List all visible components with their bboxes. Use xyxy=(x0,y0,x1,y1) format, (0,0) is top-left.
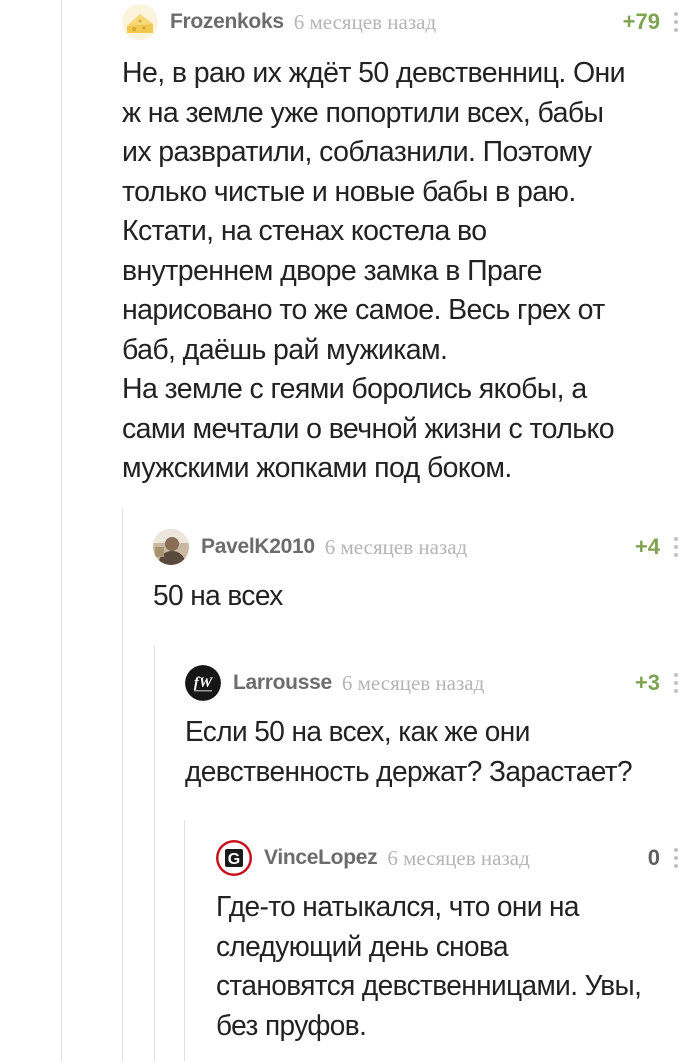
thread-line-level-1 xyxy=(61,0,62,1061)
author-name[interactable]: VinceLopez xyxy=(264,846,378,870)
avatar[interactable]: G xyxy=(216,840,252,876)
comment-text: 50 на всех xyxy=(153,580,283,612)
author-name[interactable]: PavelK2010 xyxy=(201,535,315,559)
comment-text: Не, в раю их ждёт 50 девственниц. Они ж … xyxy=(122,57,626,484)
thread-line-level-4 xyxy=(184,820,185,1061)
comment: Frozenkoks 6 месяцев назад +79 Не, в раю… xyxy=(122,2,700,489)
more-options-icon[interactable] xyxy=(674,12,678,32)
user-photo-avatar-icon xyxy=(153,529,189,565)
more-options-icon[interactable] xyxy=(674,848,678,868)
thread-line-level-2 xyxy=(122,508,123,1061)
thread-line-level-3 xyxy=(154,645,155,1061)
comment-time[interactable]: 6 месяцев назад xyxy=(387,846,529,871)
svg-text:fW: fW xyxy=(194,675,214,691)
author-name[interactable]: Frozenkoks xyxy=(170,10,284,34)
comment-text: Если 50 на всех, как же они девственност… xyxy=(185,716,633,788)
comment: G VinceLopez 6 месяцев назад 0 Где-то на… xyxy=(216,838,700,1046)
rating-value[interactable]: +79 xyxy=(623,9,660,35)
rating-value[interactable]: 0 xyxy=(648,845,660,871)
avatar[interactable] xyxy=(153,529,189,565)
comment-header: Frozenkoks 6 месяцев назад +79 xyxy=(122,2,700,42)
comment: fW Larrousse 6 месяцев назад +3 Если 50 … xyxy=(185,663,700,792)
rating-value[interactable]: +4 xyxy=(635,534,660,560)
comment-time[interactable]: 6 месяцев назад xyxy=(342,671,484,696)
comment-header: G VinceLopez 6 месяцев назад 0 xyxy=(216,838,700,878)
cheese-avatar-icon xyxy=(122,4,158,40)
comment-time[interactable]: 6 месяцев назад xyxy=(294,10,436,35)
fw-logo-avatar-icon: fW xyxy=(185,665,221,701)
comment-header: fW Larrousse 6 месяцев назад +3 xyxy=(185,663,700,703)
comment-time[interactable]: 6 месяцев назад xyxy=(325,535,467,560)
rating-value[interactable]: +3 xyxy=(635,670,660,696)
comment: PavelK2010 6 месяцев назад +4 50 на всех xyxy=(153,527,700,617)
comment-header: PavelK2010 6 месяцев назад +4 xyxy=(153,527,700,567)
author-name[interactable]: Larrousse xyxy=(233,671,332,695)
comment-text: Где-то натыкался, что они на следующий д… xyxy=(216,891,642,1042)
avatar[interactable] xyxy=(122,4,158,40)
more-options-icon[interactable] xyxy=(674,537,678,557)
svg-text:G: G xyxy=(228,851,240,868)
avatar[interactable]: fW xyxy=(185,665,221,701)
g-logo-avatar-icon: G xyxy=(216,840,252,876)
more-options-icon[interactable] xyxy=(674,673,678,693)
